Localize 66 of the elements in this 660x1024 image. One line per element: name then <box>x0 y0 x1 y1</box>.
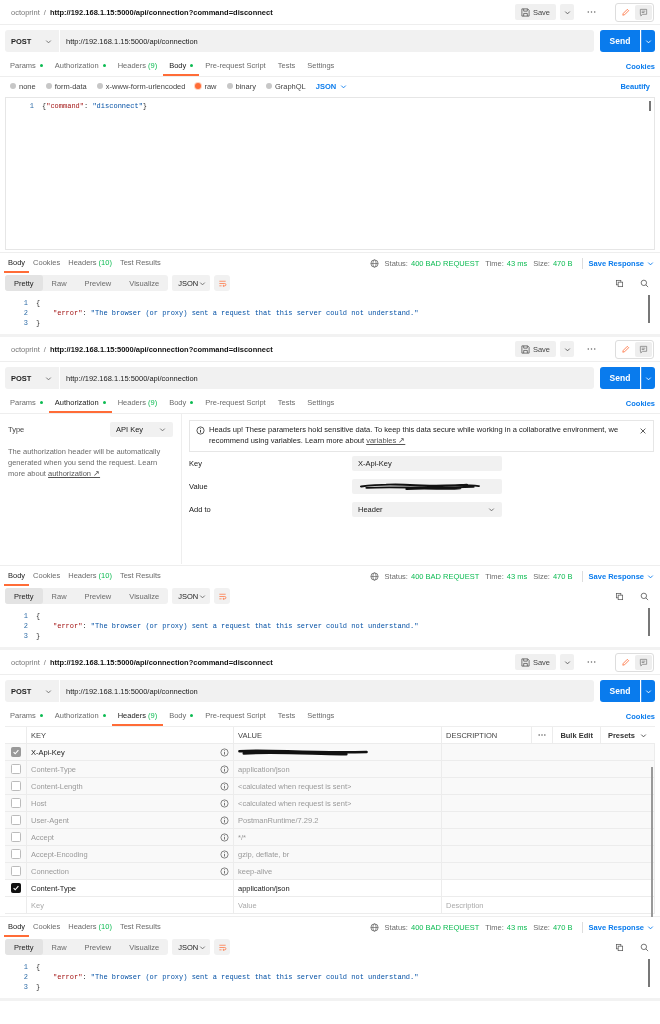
checkbox[interactable] <box>10 832 21 842</box>
save-options-button[interactable] <box>560 341 574 357</box>
info-icon[interactable] <box>220 832 229 842</box>
info-icon <box>196 426 205 435</box>
comment-button[interactable] <box>635 654 652 670</box>
save-icon <box>520 657 530 667</box>
search-icon[interactable] <box>640 942 649 952</box>
scrollbar[interactable] <box>648 295 650 323</box>
wrap-lines-button[interactable] <box>214 275 231 291</box>
scrollbar[interactable] <box>651 767 653 917</box>
copy-icon[interactable] <box>615 591 624 601</box>
comment-icon <box>639 657 648 667</box>
globe-icon[interactable] <box>369 571 379 581</box>
comment-icon <box>639 344 648 354</box>
info-icon[interactable] <box>220 764 229 774</box>
send-options-button[interactable] <box>641 367 655 389</box>
checkbox[interactable] <box>10 815 21 825</box>
pencil-icon <box>621 657 630 667</box>
more-icon[interactable] <box>538 733 547 737</box>
info-icon[interactable] <box>220 798 229 808</box>
comment-button[interactable] <box>635 4 652 20</box>
comment-icon <box>639 7 648 17</box>
send-button[interactable]: Send <box>600 30 640 52</box>
wrap-icon <box>217 591 227 601</box>
globe-icon[interactable] <box>369 258 379 268</box>
search-icon[interactable] <box>640 278 649 288</box>
save-icon <box>520 344 530 354</box>
checkbox[interactable] <box>10 764 21 774</box>
info-icon[interactable] <box>220 866 229 876</box>
wrap-lines-button[interactable] <box>214 588 231 604</box>
checkbox[interactable] <box>10 849 21 859</box>
send-options-button[interactable] <box>641 680 655 702</box>
scrollbar[interactable] <box>649 101 651 111</box>
pencil-icon <box>621 7 630 17</box>
info-icon[interactable] <box>220 815 229 825</box>
search-icon[interactable] <box>640 591 649 601</box>
send-options-button[interactable] <box>641 30 655 52</box>
info-icon[interactable] <box>220 849 229 859</box>
comment-button[interactable] <box>635 341 652 357</box>
more-icon[interactable] <box>587 10 596 14</box>
save-options-button[interactable] <box>560 4 574 20</box>
wrap-lines-button[interactable] <box>214 939 231 955</box>
scrollbar[interactable] <box>648 959 650 987</box>
copy-icon[interactable] <box>615 942 624 952</box>
save-options-button[interactable] <box>560 654 574 670</box>
checkbox[interactable] <box>10 866 21 876</box>
copy-icon[interactable] <box>615 278 624 288</box>
checkbox[interactable] <box>10 798 21 808</box>
pencil-icon <box>621 344 630 354</box>
value-field[interactable] <box>352 478 502 494</box>
send-button[interactable]: Send <box>600 680 640 702</box>
checkbox[interactable] <box>10 781 21 791</box>
caret-icon <box>158 425 167 434</box>
close-icon[interactable] <box>639 427 647 435</box>
info-icon[interactable] <box>220 747 229 757</box>
scrollbar[interactable] <box>648 608 650 636</box>
more-icon[interactable] <box>587 660 596 664</box>
wrap-icon <box>217 278 227 288</box>
globe-icon[interactable] <box>369 922 379 932</box>
info-icon[interactable] <box>220 781 229 791</box>
wrap-icon <box>217 942 227 952</box>
save-icon <box>520 7 530 17</box>
checkbox[interactable] <box>10 747 21 757</box>
send-button[interactable]: Send <box>600 367 640 389</box>
checkbox[interactable] <box>10 883 21 893</box>
more-icon[interactable] <box>587 347 596 351</box>
